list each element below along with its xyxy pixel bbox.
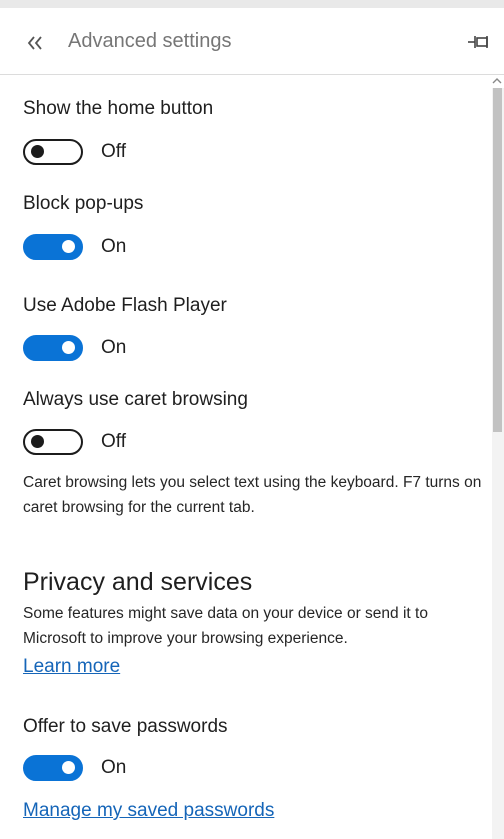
save-passwords-toggle[interactable] bbox=[23, 755, 83, 781]
window-top-edge bbox=[0, 0, 504, 8]
toggle-knob bbox=[31, 145, 44, 158]
flash-player-state: On bbox=[101, 337, 127, 358]
home-button-toggle[interactable] bbox=[23, 139, 83, 165]
learn-more-link[interactable]: Learn more bbox=[23, 656, 120, 678]
scrollbar-thumb[interactable] bbox=[493, 88, 502, 432]
save-passwords-label: Offer to save passwords bbox=[23, 716, 228, 737]
caret-browsing-state: Off bbox=[101, 431, 126, 452]
home-button-state: Off bbox=[101, 141, 126, 162]
manage-passwords-link[interactable]: Manage my saved passwords bbox=[23, 800, 274, 822]
block-popups-label: Block pop-ups bbox=[23, 193, 144, 214]
save-passwords-state: On bbox=[101, 757, 127, 778]
panel-header: Advanced settings bbox=[0, 8, 504, 75]
scroll-up-button[interactable] bbox=[490, 74, 504, 88]
back-button[interactable] bbox=[22, 28, 52, 58]
pin-icon bbox=[468, 36, 488, 48]
caret-browsing-toggle[interactable] bbox=[23, 429, 83, 455]
flash-player-label: Use Adobe Flash Player bbox=[23, 295, 227, 316]
toggle-knob bbox=[62, 761, 75, 774]
block-popups-state: On bbox=[101, 236, 127, 257]
caret-browsing-help: Caret browsing lets you select text usin… bbox=[23, 474, 482, 516]
toggle-knob bbox=[62, 341, 75, 354]
home-button-label: Show the home button bbox=[23, 98, 214, 119]
chevron-up-icon bbox=[492, 78, 502, 84]
block-popups-toggle[interactable] bbox=[23, 234, 83, 260]
flash-player-toggle[interactable] bbox=[23, 335, 83, 361]
pin-button[interactable] bbox=[466, 30, 492, 54]
caret-browsing-label: Always use caret browsing bbox=[23, 389, 248, 410]
toggle-knob bbox=[62, 240, 75, 253]
privacy-description: Some features might save data on your de… bbox=[23, 605, 428, 647]
double-chevron-left-icon bbox=[27, 36, 42, 50]
privacy-section-title: Privacy and services bbox=[23, 568, 253, 596]
panel-title: Advanced settings bbox=[68, 30, 232, 52]
toggle-knob bbox=[31, 435, 44, 448]
